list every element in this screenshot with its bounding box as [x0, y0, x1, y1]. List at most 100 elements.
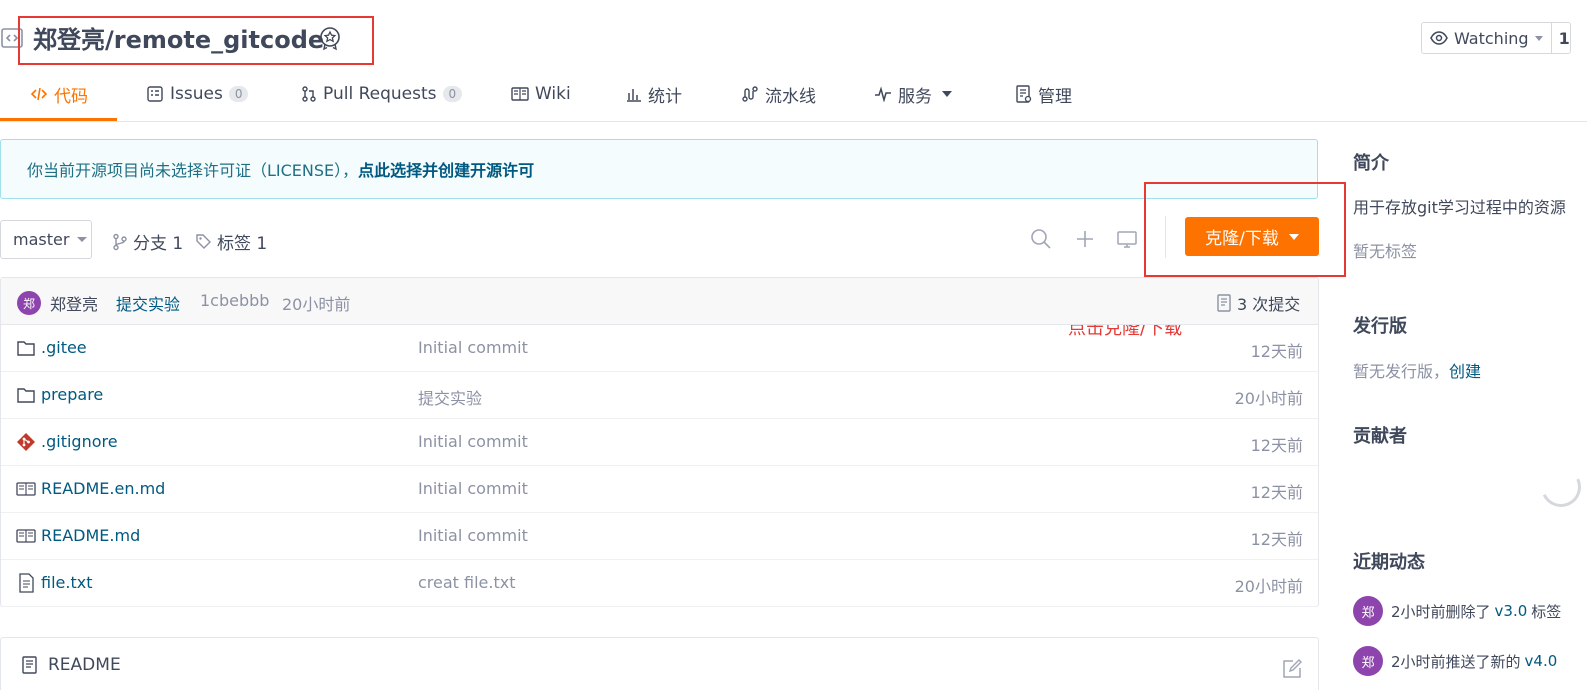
file-row[interactable]: README.md Initial commit 12天前: [1, 513, 1318, 560]
file-name-link[interactable]: README.en.md: [41, 479, 165, 498]
eye-icon: [1430, 31, 1448, 45]
tab-code-label: 代码: [54, 86, 88, 107]
watch-count[interactable]: 1: [1552, 29, 1570, 48]
code-icon: [30, 87, 48, 101]
tab-stats[interactable]: 统计: [626, 66, 682, 122]
tab-wiki[interactable]: Wiki: [511, 66, 571, 122]
tab-pipeline[interactable]: 流水线: [741, 66, 816, 122]
commit-sha[interactable]: 1cbebbb: [200, 291, 269, 310]
activity-link[interactable]: v4.0: [1525, 652, 1558, 670]
file-commit-message[interactable]: 提交实验: [418, 385, 482, 409]
file-commit-message[interactable]: Initial commit: [418, 479, 528, 498]
chevron-down-icon: [77, 237, 88, 242]
license-notice: 你当前开源项目尚未选择许可证（LICENSE）， 点此选择并创建开源许可: [0, 139, 1318, 199]
file-name-link[interactable]: README.md: [41, 526, 140, 545]
commit-author[interactable]: 郑登亮: [50, 291, 98, 315]
tab-services-label: 服务: [898, 86, 932, 107]
file-commit-message[interactable]: creat file.txt: [418, 573, 516, 592]
file-commit-time: 12天前: [1250, 483, 1303, 502]
branch-select-value: master: [13, 230, 70, 249]
no-release-text: 暂无发行版，: [1353, 362, 1450, 381]
chevron-down-icon: [942, 91, 952, 97]
tab-stats-label: 统计: [648, 86, 682, 107]
intro-text: 用于存放git学习过程中的资源: [1353, 198, 1566, 217]
commit-message[interactable]: 提交实验: [116, 291, 180, 315]
activity-link[interactable]: v3.0: [1495, 602, 1528, 620]
release-info: 暂无发行版，创建: [1353, 358, 1481, 382]
no-tags-text: 暂无标签: [1353, 242, 1418, 261]
avatar[interactable]: 郑: [1353, 646, 1383, 676]
file-row[interactable]: prepare 提交实验 20小时前: [1, 372, 1318, 419]
web-ide-icon[interactable]: [1116, 228, 1138, 250]
tags-link[interactable]: 标签 1: [195, 229, 267, 254]
tab-manage[interactable]: 管理: [1016, 66, 1072, 122]
commit-time: 20小时前: [282, 295, 351, 314]
branch-select[interactable]: master: [0, 220, 92, 259]
pipeline-icon: [742, 86, 758, 102]
tag-icon: [196, 234, 211, 249]
branches-label: 分支 1: [133, 234, 184, 254]
tab-wiki-label: Wiki: [535, 84, 571, 104]
tab-manage-label: 管理: [1038, 86, 1072, 107]
book-icon: [16, 526, 36, 546]
tab-issues-label: Issues: [170, 84, 223, 104]
book-icon: [16, 479, 36, 499]
file-row[interactable]: .gitignore Initial commit 12天前: [1, 419, 1318, 466]
add-file-icon[interactable]: [1074, 228, 1096, 250]
loading-spinner: [1535, 461, 1587, 513]
folder-icon: [16, 385, 36, 405]
activity-text: 2小时前推送了新的: [1391, 652, 1521, 671]
chart-icon: [627, 89, 641, 102]
manage-icon: [1016, 85, 1032, 103]
file-commit-time: 20小时前: [1234, 389, 1303, 408]
activity-text: 2小时前删除了: [1391, 602, 1491, 621]
issues-icon: [147, 86, 163, 102]
issues-count-badge: 0: [228, 86, 249, 102]
avatar[interactable]: 郑: [1353, 596, 1383, 626]
tab-pull-requests[interactable]: Pull Requests 0: [301, 66, 463, 122]
file-row[interactable]: file.txt creat file.txt 20小时前: [1, 560, 1318, 607]
file-commit-time: 20小时前: [1234, 577, 1303, 596]
branches-link[interactable]: 分支 1: [112, 229, 183, 254]
file-name-link[interactable]: file.txt: [41, 573, 92, 592]
folder-icon: [16, 338, 36, 358]
file-name-link[interactable]: prepare: [41, 385, 103, 404]
tags-label: 标签 1: [217, 234, 268, 254]
commit-count-link[interactable]: 3 次提交: [1217, 291, 1300, 315]
file-name-link[interactable]: .gitee: [41, 338, 87, 357]
contributors-heading: 贡献者: [1353, 426, 1407, 447]
intro-heading: 简介: [1353, 153, 1389, 174]
file-row[interactable]: README.en.md Initial commit 12天前: [1, 466, 1318, 513]
tab-pull-requests-label: Pull Requests: [323, 84, 437, 104]
watch-button[interactable]: Watching 1: [1421, 22, 1571, 54]
wiki-icon: [511, 87, 529, 101]
file-commit-time: 12天前: [1250, 436, 1303, 455]
activity-item: 郑 2小时前删除了 v3.0 标签: [1353, 596, 1561, 626]
tab-services[interactable]: 服务: [874, 66, 952, 122]
tab-code[interactable]: 代码: [30, 66, 88, 122]
file-commit-message[interactable]: Initial commit: [418, 338, 528, 357]
pull-requests-count-badge: 0: [442, 86, 463, 102]
file-commit-message[interactable]: Initial commit: [418, 432, 528, 451]
commit-count-label: 3 次提交: [1237, 295, 1301, 314]
avatar[interactable]: 郑: [17, 291, 41, 315]
file-commit-time: 12天前: [1250, 342, 1303, 361]
tab-pipeline-label: 流水线: [765, 86, 816, 107]
repo-tabs: 代码 Issues 0 Pull Requests 0 Wiki 统计 流水线 …: [0, 66, 1587, 122]
file-commit-message[interactable]: Initial commit: [418, 526, 528, 545]
file-row[interactable]: .gitee Initial commit 12天前: [1, 325, 1318, 372]
git-icon: [16, 432, 36, 452]
tab-issues[interactable]: Issues 0: [146, 66, 249, 122]
watch-label: Watching: [1454, 28, 1529, 48]
create-release-link[interactable]: 创建: [1449, 362, 1481, 381]
file-name-link[interactable]: .gitignore: [41, 432, 118, 451]
create-license-link[interactable]: 点此选择并创建开源许可: [358, 157, 534, 181]
file-commit-time: 12天前: [1250, 530, 1303, 549]
pull-request-icon: [302, 86, 316, 102]
commits-icon: [1217, 294, 1231, 312]
branch-icon: [113, 233, 127, 250]
activity-item: 郑 2小时前推送了新的 v4.0: [1353, 646, 1557, 676]
search-icon[interactable]: [1030, 228, 1052, 250]
readme-title: README: [48, 655, 121, 675]
edit-icon[interactable]: [1281, 658, 1303, 680]
